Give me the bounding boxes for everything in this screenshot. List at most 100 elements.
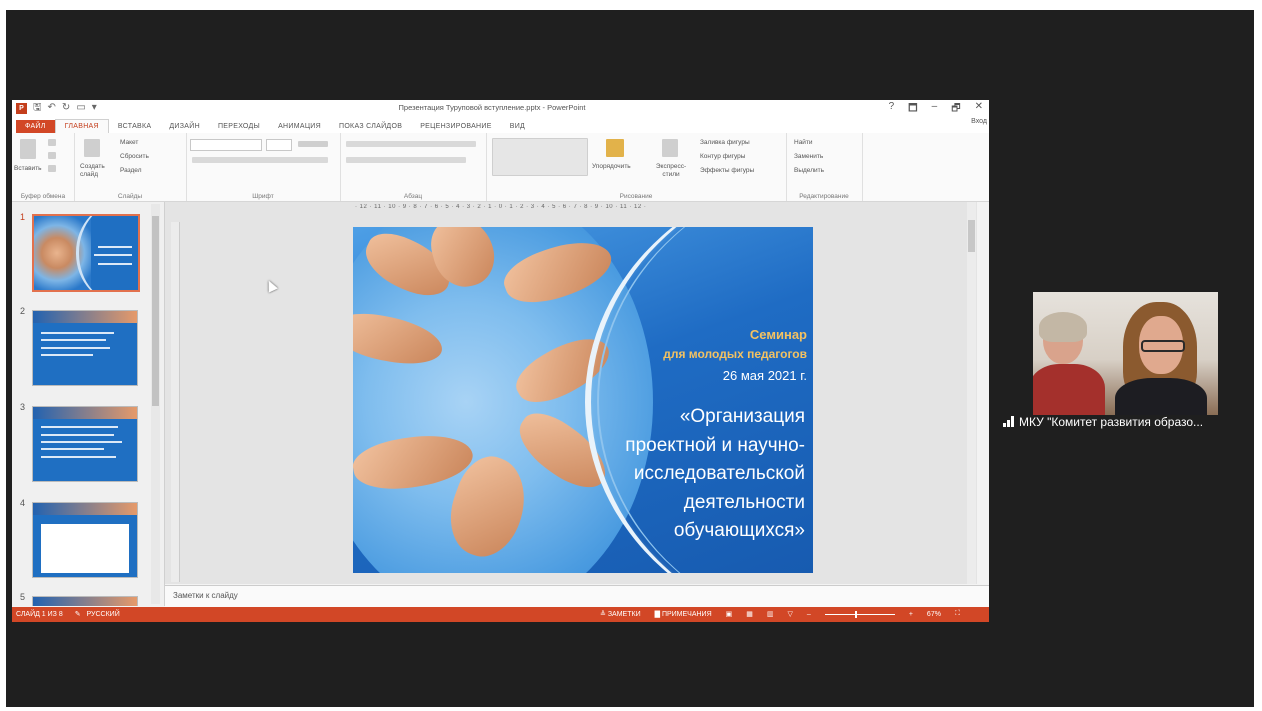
find-button[interactable]: Найти	[794, 139, 813, 146]
signal-strength-icon	[1003, 416, 1016, 427]
title-bar: P 🖫 ↶ ↻ ▭ ▾ Презентация Туруповой вступл…	[12, 100, 989, 117]
font-group-label: Шрифт	[252, 193, 274, 200]
tab-review[interactable]: РЕЦЕНЗИРОВАНИЕ	[411, 120, 501, 133]
powerpoint-window: P 🖫 ↶ ↻ ▭ ▾ Презентация Туруповой вступл…	[12, 100, 989, 622]
clipboard-group-label: Буфер обмена	[20, 193, 66, 200]
paragraph-group: Абзац	[340, 133, 487, 201]
slide-thumbnail-2[interactable]	[32, 310, 138, 386]
tab-design[interactable]: ДИЗАЙН	[160, 120, 209, 133]
vertical-ruler	[171, 222, 180, 582]
current-slide[interactable]: Семинар для молодых педагогов 26 мая 202…	[353, 227, 813, 573]
maximize-button[interactable]: 🗗	[951, 101, 960, 118]
help-button[interactable]: ?	[889, 101, 895, 118]
slide-title: «Организация проектной и научно- исследо…	[625, 403, 805, 546]
status-bar: СЛАЙД 1 ИЗ 8 ✎ РУССКИЙ ≜ ЗАМЕТКИ ▇ ПРИМЕ…	[12, 607, 989, 622]
zoom-in-icon[interactable]: +	[909, 611, 913, 618]
tab-view[interactable]: ВИД	[501, 120, 534, 133]
tab-insert[interactable]: ВСТАВКА	[109, 120, 161, 133]
align-buttons[interactable]	[346, 157, 466, 163]
arrange-icon[interactable]	[606, 139, 624, 157]
slideshow-view-icon[interactable]: ▽	[788, 610, 793, 618]
notes-toggle-button[interactable]: ≜ ЗАМЕТКИ	[600, 610, 641, 618]
slide-thumbnails-panel: 1 2 3 4 5	[12, 202, 165, 606]
copy-icon[interactable]	[48, 152, 56, 159]
new-slide-icon[interactable]	[84, 139, 100, 157]
zoom-level[interactable]: 67%	[927, 611, 941, 618]
paste-button[interactable]: Вставить	[14, 165, 42, 172]
font-format-buttons[interactable]	[192, 157, 328, 163]
clipboard-group: Вставить Буфер обмена	[12, 133, 75, 201]
powerpoint-logo-icon: P	[16, 102, 27, 114]
zoom-out-icon[interactable]: –	[807, 611, 811, 618]
normal-view-icon[interactable]: ▣	[726, 610, 733, 618]
new-slide-button[interactable]: Создать слайд	[80, 163, 110, 179]
horizontal-ruler: · 12 · 11 · 10 · 9 · 8 · 7 · 6 · 5 · 4 ·…	[355, 204, 647, 210]
ribbon: Вставить Буфер обмена Создать слайд Маке…	[12, 133, 989, 202]
zoom-slider[interactable]	[824, 610, 895, 618]
spellcheck-icon[interactable]: ✎	[75, 611, 81, 618]
reset-button[interactable]: Сбросить	[120, 153, 149, 160]
slide-thumbnail-4[interactable]	[32, 502, 138, 578]
save-icon[interactable]: 🖫	[33, 102, 42, 114]
font-size-combo[interactable]	[266, 139, 292, 151]
font-name-combo[interactable]	[190, 139, 262, 151]
tab-animations[interactable]: АНИМАЦИЯ	[269, 120, 330, 133]
slide-counter: СЛАЙД 1 ИЗ 8	[16, 611, 63, 618]
tab-home[interactable]: ГЛАВНАЯ	[54, 119, 109, 133]
customize-qat-icon[interactable]: ▾	[92, 102, 97, 114]
comments-toggle-button[interactable]: ▇ ПРИМЕЧАНИЯ	[655, 610, 712, 618]
minimize-button[interactable]: –	[932, 101, 938, 118]
format-painter-icon[interactable]	[48, 165, 56, 172]
slide-subtitle-audience: для молодых педагогов	[663, 347, 807, 361]
quick-styles-icon[interactable]	[662, 139, 678, 157]
shapes-gallery[interactable]	[492, 138, 588, 176]
slide-sorter-icon[interactable]: ▦	[746, 610, 753, 618]
slideshow-start-icon[interactable]: ▭	[76, 102, 85, 114]
list-buttons[interactable]	[346, 141, 476, 147]
slide-editor: · 12 · 11 · 10 · 9 · 8 · 7 · 6 · 5 · 4 ·…	[165, 202, 977, 584]
fit-slide-icon[interactable]: ⛶	[955, 610, 960, 618]
slides-group-label: Слайды	[117, 193, 143, 200]
tab-slideshow[interactable]: ПОКАЗ СЛАЙДОВ	[330, 120, 411, 133]
section-button[interactable]: Раздел	[120, 167, 141, 174]
font-group: Шрифт	[186, 133, 341, 201]
thumbnails-scrollbar[interactable]	[151, 204, 160, 604]
participant-name-label: МКУ "Комитет развития образо...	[1003, 414, 1233, 431]
slides-group: Создать слайд Макет Сбросить Раздел Слай…	[74, 133, 187, 201]
sign-in-link[interactable]: Вход	[971, 118, 987, 125]
language-indicator[interactable]: РУССКИЙ	[87, 611, 120, 618]
quick-access-toolbar: P 🖫 ↶ ↻ ▭ ▾	[16, 102, 97, 114]
slide-thumbnail-5[interactable]	[32, 596, 138, 606]
ribbon-display-button[interactable]: 🗖	[908, 101, 918, 118]
editing-group-label: Редактирование	[799, 193, 849, 200]
slide-thumbnail-1[interactable]	[32, 214, 140, 292]
reading-view-icon[interactable]: ▥	[767, 610, 774, 618]
tab-file[interactable]: ФАЙЛ	[16, 120, 55, 133]
notes-pane[interactable]: Заметки к слайду	[165, 585, 989, 608]
editor-scrollbar[interactable]	[967, 202, 976, 584]
participant-person-left	[1033, 312, 1105, 415]
close-button[interactable]: ✕	[975, 101, 983, 118]
mouse-cursor-icon	[264, 278, 278, 293]
paste-icon[interactable]	[20, 139, 36, 159]
select-button[interactable]: Выделить	[794, 167, 824, 174]
notes-placeholder: Заметки к слайду	[173, 591, 238, 600]
slide-title-line: исследовательской	[633, 463, 805, 484]
slide-thumbnail-3[interactable]	[32, 406, 138, 482]
font-size-buttons[interactable]	[298, 141, 328, 147]
layout-button[interactable]: Макет	[120, 139, 138, 146]
shape-effects-button[interactable]: Эффекты фигуры	[700, 167, 754, 174]
thumbnail-number: 5	[20, 592, 26, 602]
redo-icon[interactable]: ↻	[62, 102, 70, 114]
quick-styles-button[interactable]: Экспресс-стили	[650, 163, 692, 179]
drawing-group-label: Рисование	[619, 193, 653, 200]
arrange-button[interactable]: Упорядочить	[592, 163, 631, 170]
cut-icon[interactable]	[48, 139, 56, 146]
replace-button[interactable]: Заменить	[794, 153, 823, 160]
tab-transitions[interactable]: ПЕРЕХОДЫ	[209, 120, 269, 133]
slide-title-line: обучающихся»	[673, 520, 805, 541]
shape-fill-button[interactable]: Заливка фигуры	[700, 139, 750, 146]
participant-video[interactable]	[1033, 292, 1218, 415]
shape-outline-button[interactable]: Контур фигуры	[700, 153, 745, 160]
undo-icon[interactable]: ↶	[48, 102, 56, 114]
